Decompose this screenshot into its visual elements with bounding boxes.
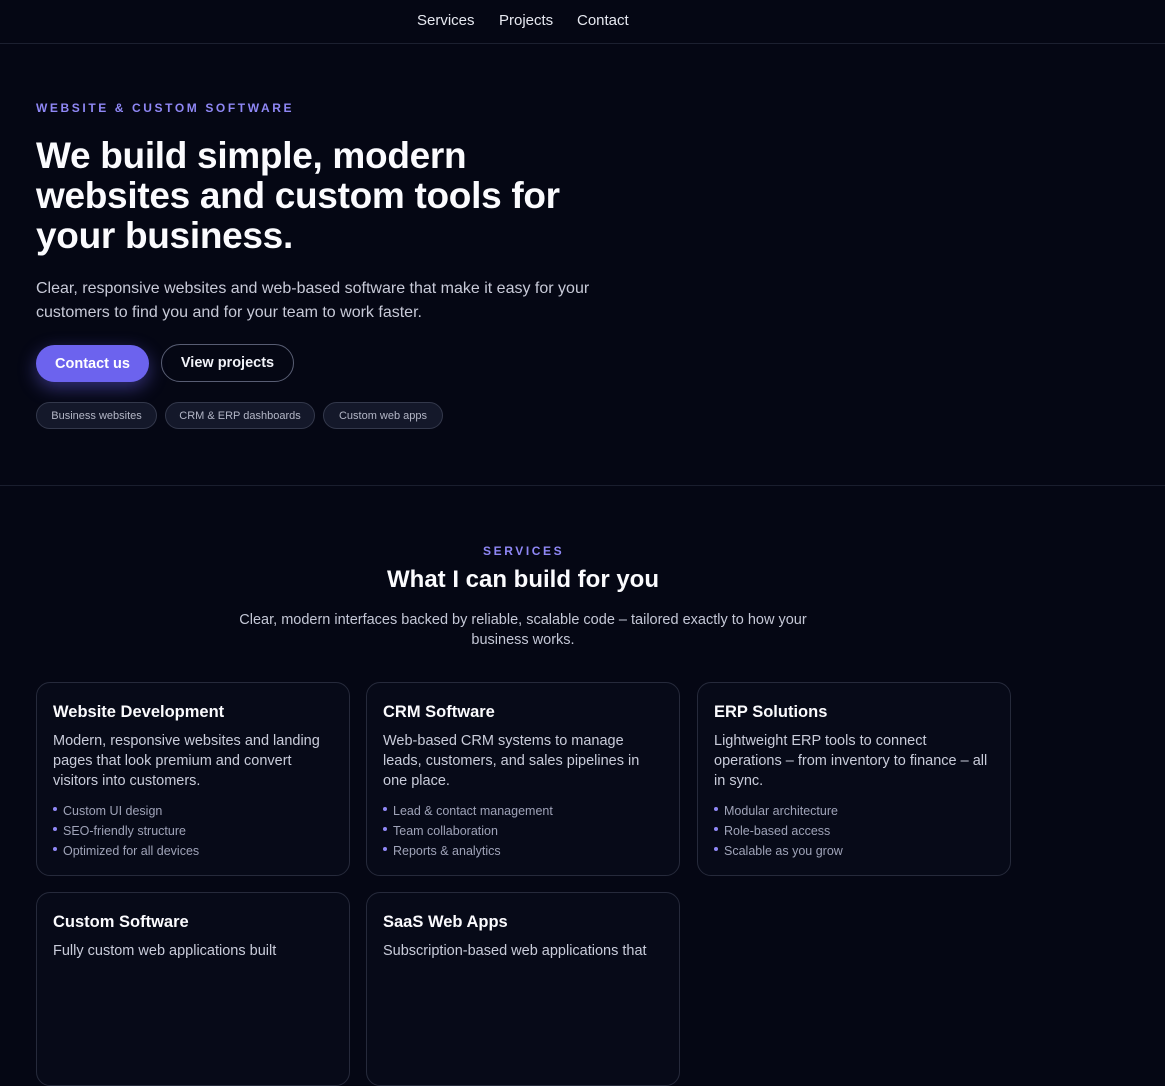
card-feature-item: Scalable as you grow [714, 841, 994, 861]
nav-link-projects[interactable]: Projects [499, 12, 553, 29]
chip-business-websites: Business websites [36, 402, 157, 429]
card-title: SaaS Web Apps [383, 913, 508, 931]
card-feature-item: Lead & contact management [383, 801, 663, 821]
nav-link-services[interactable]: Services [417, 12, 475, 29]
card-description: Modern, responsive websites and landing … [53, 733, 320, 789]
nav-link-contact[interactable]: Contact [577, 12, 629, 29]
services-title: What I can build for you [387, 566, 659, 593]
hero-eyebrow: WEBSITE & CUSTOM SOFTWARE [36, 101, 295, 115]
services-eyebrow: SERVICES [483, 544, 565, 558]
service-card-erp-solutions: ERP Solutions Lightweight ERP tools to c… [697, 682, 1011, 876]
card-feature-list: Modular architecture Role-based access S… [714, 801, 994, 861]
card-feature-item: Custom UI design [53, 801, 333, 821]
chip-custom-web-apps: Custom web apps [323, 402, 443, 429]
card-feature-item: Team collaboration [383, 821, 663, 841]
card-title: Custom Software [53, 913, 189, 931]
services-subtitle: Clear, modern interfaces backed by relia… [239, 612, 807, 648]
card-feature-list: Custom UI design SEO-friendly structure … [53, 801, 333, 861]
card-description: Web-based CRM systems to manage leads, c… [383, 733, 640, 789]
card-feature-item: Role-based access [714, 821, 994, 841]
section-divider [0, 485, 1165, 486]
service-card-custom-software: Custom Software Fully custom web applica… [36, 892, 350, 1086]
card-description: Lightweight ERP tools to connect operati… [714, 733, 988, 789]
card-feature-item: Optimized for all devices [53, 841, 333, 861]
contact-us-button[interactable]: Contact us [36, 345, 149, 382]
hero-subtitle: Clear, responsive websites and web-based… [36, 280, 590, 321]
chip-crm-erp-dashboards: CRM & ERP dashboards [165, 402, 315, 429]
card-feature-item: SEO-friendly structure [53, 821, 333, 841]
hero-title: We build simple, modern websites and cus… [36, 135, 560, 256]
card-feature-item: Modular architecture [714, 801, 994, 821]
card-feature-item: Reports & analytics [383, 841, 663, 861]
service-card-crm-software: CRM Software Web-based CRM systems to ma… [366, 682, 680, 876]
card-title: Website Development [53, 703, 225, 721]
top-nav: Services Projects Contact [0, 0, 1165, 44]
card-title: CRM Software [383, 703, 495, 721]
service-card-saas-web-apps: SaaS Web Apps Subscription-based web app… [366, 892, 680, 1086]
service-card-website-development: Website Development Modern, responsive w… [36, 682, 350, 876]
view-projects-button[interactable]: View projects [161, 344, 294, 382]
card-title: ERP Solutions [714, 703, 828, 721]
card-description: Subscription-based web applications that [383, 943, 647, 959]
card-description: Fully custom web applications built [53, 943, 277, 959]
card-feature-list: Lead & contact management Team collabora… [383, 801, 663, 861]
